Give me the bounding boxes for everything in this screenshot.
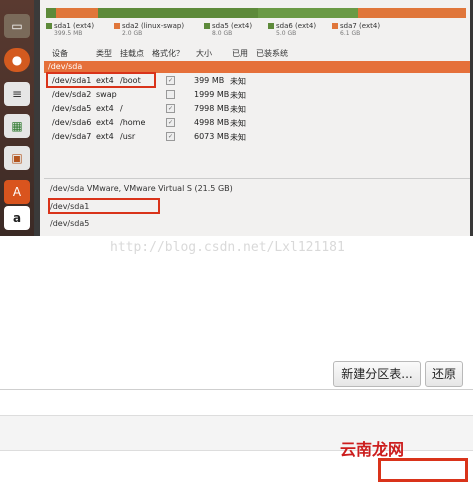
legend-name: sda1 (ext4) — [54, 22, 95, 30]
table-row[interactable]: /dev/sda2 swap 1999 MB 未知 — [44, 88, 470, 102]
legend-swatch — [332, 23, 338, 29]
legend-size: 8.0 GB — [212, 30, 233, 37]
format-checkbox[interactable]: ✓ — [166, 132, 175, 141]
amazon-icon[interactable]: a — [4, 206, 30, 230]
legend-item: sda7 (ext4) 6.1 GB — [332, 22, 380, 37]
calc-icon[interactable]: ▦ — [4, 114, 30, 138]
disk-segment-sda5 — [98, 8, 258, 18]
device-line[interactable]: /dev/sda5 — [44, 219, 470, 231]
table-header: 设备 类型 挂载点 格式化？ 大小 已用 已装系统 — [44, 46, 470, 59]
cell-mount: /home — [120, 118, 146, 127]
revert-button[interactable]: 还原 — [425, 361, 463, 387]
column-header[interactable]: 已用 — [232, 48, 248, 59]
table-row[interactable]: /dev/sda6 ext4 /home ✓ 4998 MB 未知 — [44, 116, 470, 130]
legend-size: 2.0 GB — [122, 30, 143, 37]
column-header[interactable]: 设备 — [52, 48, 68, 59]
installer-screenshot: ▭ ● ≡ ▦ ▣ A a sda1 (ext4) 399.5 MB sda2 … — [0, 0, 473, 236]
legend-item: sda2 (linux-swap) 2.0 GB — [114, 22, 184, 37]
cell-used: 未知 — [230, 119, 246, 128]
writer-icon[interactable]: ≡ — [4, 82, 30, 106]
launcher: ▭ ● ≡ ▦ ▣ A a — [0, 0, 34, 236]
legend-size: 6.1 GB — [340, 30, 361, 37]
legend-size: 5.0 GB — [276, 30, 297, 37]
cell-device: /dev/sda6 — [52, 118, 92, 127]
divider — [44, 178, 470, 179]
highlight-box-dev-sda1 — [48, 198, 160, 214]
logo: 云南龙网 — [340, 440, 405, 459]
legend-swatch — [46, 23, 52, 29]
cell-type: ext4 — [96, 104, 114, 113]
legend-item: sda5 (ext4) 8.0 GB — [204, 22, 252, 37]
cell-used: 未知 — [230, 77, 246, 86]
disk-legend: sda1 (ext4) 399.5 MB sda2 (linux-swap) 2… — [46, 22, 466, 44]
column-header[interactable]: 大小 — [196, 48, 212, 59]
legend-name: sda5 (ext4) — [212, 22, 253, 30]
table-row[interactable]: /dev/sda5 ext4 / ✓ 7998 MB 未知 — [44, 102, 470, 116]
disk-segment-sda1 — [46, 8, 56, 18]
column-header[interactable]: 挂载点 — [120, 48, 144, 59]
disk-segment-sda7 — [358, 8, 466, 18]
legend-size: 399.5 MB — [54, 30, 83, 37]
column-header[interactable]: 格式化？ — [152, 48, 184, 59]
cell-size: 7998 MB — [194, 104, 230, 113]
software-center-icon[interactable]: A — [4, 180, 30, 204]
cell-size: 1999 MB — [194, 90, 230, 99]
disk-segment-sda6 — [258, 8, 358, 18]
legend-swatch — [114, 23, 120, 29]
firefox-icon[interactable]: ● — [4, 48, 30, 72]
device-line[interactable]: /dev/sda VMware, VMware Virtual S (21.5 … — [44, 184, 470, 196]
format-checkbox[interactable]: ✓ — [166, 76, 175, 85]
disk-segment-sda2 — [56, 8, 98, 18]
cell-type: swap — [96, 90, 117, 99]
cell-device: /dev/sda2 — [52, 90, 92, 99]
cell-size: 6073 MB — [194, 132, 230, 141]
impress-icon[interactable]: ▣ — [4, 146, 30, 170]
format-checkbox[interactable] — [166, 90, 175, 99]
column-header[interactable]: 类型 — [96, 48, 112, 59]
watermark: http://blog.csdn.net/Lxl121181 — [110, 240, 345, 255]
cell-used: 未知 — [230, 133, 246, 142]
cell-device: /dev/sda7 — [52, 132, 92, 141]
legend-swatch — [204, 23, 210, 29]
legend-name: sda7 (ext4) — [340, 22, 381, 30]
highlight-box-next — [378, 458, 468, 482]
legend-item: sda6 (ext4) 5.0 GB — [268, 22, 316, 37]
divider — [0, 389, 473, 390]
format-checkbox[interactable]: ✓ — [166, 118, 175, 127]
partition-panel: sda1 (ext4) 399.5 MB sda2 (linux-swap) 2… — [40, 0, 470, 236]
disk-usage-bar — [46, 8, 466, 18]
cell-size: 399 MB — [194, 76, 225, 85]
cell-used: 未知 — [230, 105, 246, 114]
column-header[interactable]: 已装系统 — [256, 48, 288, 59]
cell-type: ext4 — [96, 118, 114, 127]
table-row[interactable]: /dev/sda7 ext4 /usr ✓ 6073 MB 未知 — [44, 130, 470, 144]
files-icon[interactable]: ▭ — [4, 14, 30, 38]
cell-mount: / — [120, 104, 123, 113]
highlight-box-sda1 — [46, 72, 156, 88]
cell-type: ext4 — [96, 132, 114, 141]
legend-item: sda1 (ext4) 399.5 MB — [46, 22, 94, 37]
new-partition-table-button[interactable]: 新建分区表... — [333, 361, 421, 387]
format-checkbox[interactable]: ✓ — [166, 104, 175, 113]
cell-size: 4998 MB — [194, 118, 230, 127]
cell-device: /dev/sda5 — [52, 104, 92, 113]
cell-used: 未知 — [230, 91, 246, 100]
legend-swatch — [268, 23, 274, 29]
cell-mount: /usr — [120, 132, 136, 141]
legend-name: sda6 (ext4) — [276, 22, 317, 30]
legend-name: sda2 (linux-swap) — [122, 22, 185, 30]
